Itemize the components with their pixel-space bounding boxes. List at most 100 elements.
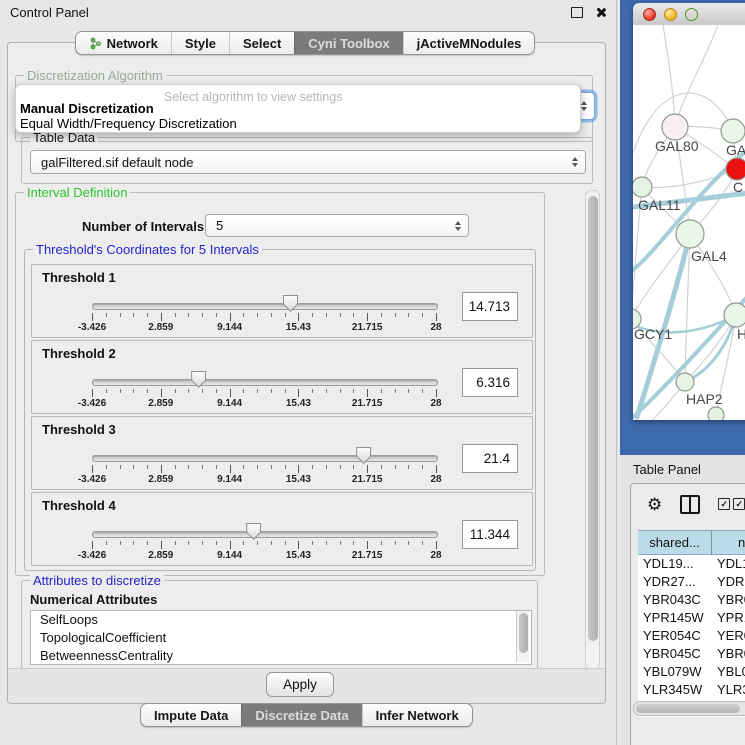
tick-label: 2.859 xyxy=(148,474,173,485)
tab-label: Discretize Data xyxy=(255,708,348,723)
slider-ticks xyxy=(92,389,437,398)
network-view-window: GAL80GACGAL11GAL4GCY1HHAP2 xyxy=(633,3,745,420)
network-node-gal4[interactable] xyxy=(676,220,704,248)
split-columns-icon[interactable] xyxy=(680,495,700,514)
tab-cyni-toolbox[interactable]: Cyni Toolbox xyxy=(294,32,402,54)
threshold-panel-3: Threshold 3 -3.4262.8599.14415.4321.7152… xyxy=(31,416,533,490)
zoom-traffic-light-icon[interactable] xyxy=(685,8,698,21)
number-of-intervals-value: 5 xyxy=(216,218,223,233)
select-columns-icon[interactable]: ✓ ✓ xyxy=(718,498,745,510)
control-panel: Control Panel NetworkStyle Select Cyni Too… xyxy=(0,0,617,745)
table-horizontal-scrollbar[interactable] xyxy=(633,701,745,716)
threshold-value-field[interactable]: 21.4 xyxy=(462,444,518,473)
tick-label: 9.144 xyxy=(217,550,242,561)
network-window-titlebar[interactable] xyxy=(633,3,745,26)
float-window-icon[interactable] xyxy=(571,7,583,18)
threshold-slider-track[interactable] xyxy=(92,379,438,386)
attribute-item-selfloops[interactable]: SelfLoops xyxy=(31,611,531,629)
threshold-value-field[interactable]: 14.713 xyxy=(462,292,518,321)
threshold-slider-track[interactable] xyxy=(92,303,438,310)
network-node-hap2[interactable] xyxy=(676,373,694,391)
gear-icon[interactable]: ⚙ xyxy=(647,496,662,513)
table-row[interactable]: YPR145WYPR1 xyxy=(638,609,745,627)
table-row[interactable]: YDL19...YDL1 xyxy=(638,555,745,573)
network-node-label: GCY1 xyxy=(634,326,672,342)
network-node-h[interactable] xyxy=(724,303,745,327)
node-table: shared... n... YDL19...YDL1YDR27...YDR2Y… xyxy=(638,530,745,717)
tick-label: -3.426 xyxy=(78,550,106,561)
threshold-value-field[interactable]: 6.316 xyxy=(462,368,518,397)
tab-jactivemnodules[interactable]: jActiveMNodules xyxy=(403,32,535,54)
network-node-ga[interactable] xyxy=(721,119,745,143)
popup-placeholder-text: Select algorithm to view settings xyxy=(164,90,343,104)
threshold-value-field[interactable]: 11.344 xyxy=(462,520,518,549)
network-node-gal80[interactable] xyxy=(662,114,688,140)
tab-label: Select xyxy=(243,36,281,51)
tick-label: 28 xyxy=(430,474,441,485)
threshold-panel-4: Threshold 4 -3.4262.8599.14415.4321.7152… xyxy=(31,492,533,566)
table-header-row: shared... n... xyxy=(638,530,745,555)
network-node-label: GAL80 xyxy=(655,138,699,154)
attributes-list-scrollbar[interactable] xyxy=(516,611,529,662)
table-data-combobox[interactable]: galFiltered.sif default node xyxy=(30,150,586,174)
cell-shared-name: YBR043C xyxy=(638,591,712,609)
cell-shared-name: YLR345W xyxy=(638,681,712,699)
apply-button[interactable]: Apply xyxy=(266,672,334,697)
threshold-label: Threshold 4 xyxy=(42,498,116,513)
tab-style[interactable]: Style xyxy=(171,32,229,54)
popup-item-manual-discretization[interactable]: Manual Discretization xyxy=(20,101,154,116)
tab-label: jActiveMNodules xyxy=(417,36,522,51)
cell-name: YPR1 xyxy=(712,609,745,627)
network-node-c[interactable] xyxy=(726,158,745,180)
combo-stepper-icon[interactable] xyxy=(455,221,461,231)
tick-label: 2.859 xyxy=(148,550,173,561)
main-vertical-scrollbar[interactable] xyxy=(585,190,600,670)
threshold-slider-track[interactable] xyxy=(92,531,438,538)
tab-network[interactable]: Network xyxy=(76,32,171,54)
attribute-item-topologicalcoefficient[interactable]: TopologicalCoefficient xyxy=(31,629,531,647)
table-row[interactable]: YBL079WYBL0 xyxy=(638,663,745,681)
tick-label: 2.859 xyxy=(148,322,173,333)
network-node-gal11[interactable] xyxy=(633,177,652,197)
network-node[interactable] xyxy=(708,407,724,420)
threshold-slider-track[interactable] xyxy=(92,455,438,462)
tab-select[interactable]: Select xyxy=(229,32,294,54)
algorithm-dropdown-popup: Select algorithm to view settings Manual… xyxy=(15,84,581,133)
table-panel-region: Table Panel ⚙ ✓ ✓ shared... n... YDL19..… xyxy=(620,455,745,745)
table-panel-title: Table Panel xyxy=(633,462,701,477)
tab-discretize-data[interactable]: Discretize Data xyxy=(241,704,361,726)
cell-name: YDL1 xyxy=(712,555,745,573)
close-traffic-light-icon[interactable] xyxy=(643,8,656,21)
minimize-traffic-light-icon[interactable] xyxy=(664,8,677,21)
number-of-intervals-combobox[interactable]: 5 xyxy=(205,214,469,237)
tab-impute-data[interactable]: Impute Data xyxy=(141,704,241,726)
network-canvas[interactable]: GAL80GACGAL11GAL4GCY1HHAP2 xyxy=(633,25,745,420)
close-icon[interactable] xyxy=(595,7,606,18)
interval-definition-label: Interval Definition xyxy=(24,185,130,200)
slider-tick-labels: -3.4262.8599.14415.4321.71528 xyxy=(92,398,437,410)
tick-label: 28 xyxy=(430,398,441,409)
scrollbar-thumb[interactable] xyxy=(636,704,740,713)
cell-shared-name: YDR27... xyxy=(638,573,712,591)
table-row[interactable]: YBR043CYBR0 xyxy=(638,591,745,609)
combo-stepper-icon[interactable] xyxy=(581,101,587,111)
tick-label: 21.715 xyxy=(352,322,383,333)
tab-infer-network[interactable]: Infer Network xyxy=(362,704,472,726)
cell-name: YBL0 xyxy=(712,663,745,681)
combo-stepper-icon[interactable] xyxy=(572,157,578,167)
column-header-name[interactable]: n... xyxy=(712,531,745,554)
attribute-item-betweennesscentrality[interactable]: BetweennessCentrality xyxy=(31,647,531,665)
popup-item-equal-width-frequency[interactable]: Equal Width/Frequency Discretization xyxy=(20,116,237,131)
column-header-shared-name[interactable]: shared... xyxy=(638,531,712,554)
scrollbar-thumb[interactable] xyxy=(519,613,528,653)
threshold-label: Threshold 3 xyxy=(42,422,116,437)
table-row[interactable]: YER054CYER0 xyxy=(638,627,745,645)
thresholds-coordinates-group: Threshold's Coordinates for 5 Intervals … xyxy=(24,249,536,571)
slider-tick-labels: -3.4262.8599.14415.4321.71528 xyxy=(92,474,437,486)
number-of-intervals-label: Number of Intervals xyxy=(82,219,204,234)
panel-title: Control Panel xyxy=(10,5,571,20)
table-row[interactable]: YBR045CYBR0 xyxy=(638,645,745,663)
table-row[interactable]: YDR27...YDR2 xyxy=(638,573,745,591)
table-row[interactable]: YLR345WYLR3 xyxy=(638,681,745,699)
scrollbar-thumb[interactable] xyxy=(588,196,598,641)
